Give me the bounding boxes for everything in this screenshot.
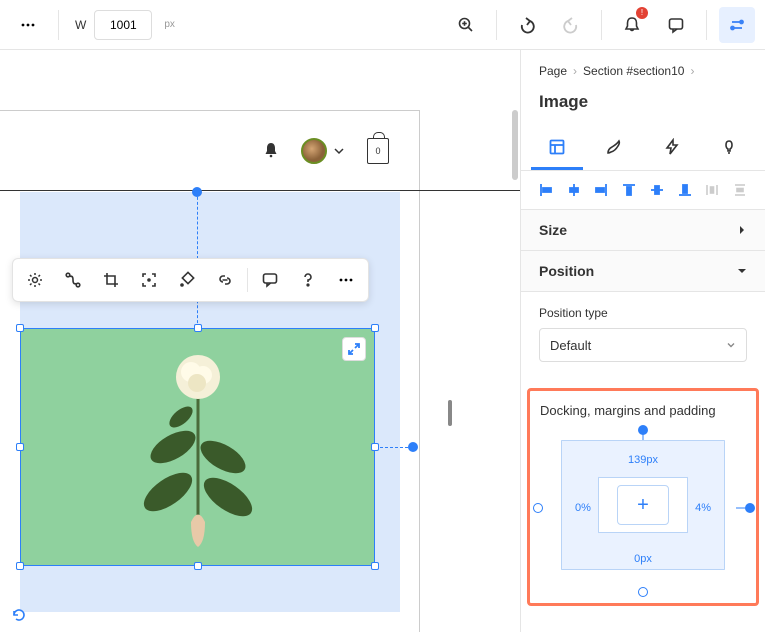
margin-bottom-value[interactable]: 0px	[634, 553, 652, 565]
path-button[interactable]	[55, 262, 91, 298]
docking-widget: 139px 4% 0px 0% +	[543, 430, 743, 585]
docking-section: Docking, margins and padding 139px 4% 0p…	[527, 388, 759, 606]
margin-top-value[interactable]: 139px	[628, 454, 658, 466]
margin-right-value[interactable]: 4%	[695, 502, 711, 514]
help-button[interactable]	[290, 262, 326, 298]
chevron-down-icon	[726, 340, 736, 350]
divider	[706, 10, 707, 40]
chevron-down-icon	[333, 145, 345, 157]
element-toolbar	[12, 258, 369, 302]
bell-icon[interactable]	[263, 142, 279, 160]
scrollbar[interactable]	[510, 110, 520, 610]
account-menu[interactable]	[301, 138, 345, 164]
crumb-root[interactable]: Page	[539, 64, 567, 78]
divider	[58, 10, 59, 40]
align-top-button[interactable]	[620, 181, 638, 199]
width-unit: px	[164, 19, 175, 30]
padding-expand-button[interactable]: +	[617, 485, 669, 525]
divider	[0, 190, 520, 191]
width-input[interactable]	[94, 10, 152, 40]
size-toggle[interactable]: Size	[521, 210, 765, 250]
caret-right-icon	[737, 225, 747, 235]
crumb-section[interactable]: Section #section10	[583, 64, 684, 78]
panel-title: Image	[521, 82, 765, 126]
resize-handle[interactable]	[371, 562, 379, 570]
comments-button[interactable]	[658, 7, 694, 43]
align-right-button[interactable]	[593, 181, 611, 199]
position-type-value: Default	[550, 338, 591, 353]
more-button[interactable]	[328, 262, 364, 298]
cart-count: 0	[375, 146, 380, 156]
divider	[496, 10, 497, 40]
tab-interactions[interactable]	[646, 126, 698, 170]
size-label: Size	[539, 222, 567, 238]
resize-handle[interactable]	[371, 324, 379, 332]
animation-button[interactable]	[169, 262, 205, 298]
reset-button[interactable]	[8, 604, 30, 626]
tab-design[interactable]	[589, 126, 641, 170]
divider	[601, 10, 602, 40]
resize-handle[interactable]	[194, 324, 202, 332]
anchor-top[interactable]	[192, 187, 202, 197]
distribute-h-button[interactable]	[704, 181, 722, 199]
cart-icon[interactable]: 0	[367, 138, 389, 164]
chevron-right-icon: ›	[690, 64, 694, 78]
inspector-panel: Page › Section #section10 › Image Size	[520, 50, 765, 632]
inspector-toggle-button[interactable]	[719, 7, 755, 43]
docking-title: Docking, margins and padding	[540, 403, 746, 418]
align-center-h-button[interactable]	[565, 181, 583, 199]
breadcrumb: Page › Section #section10 ›	[521, 50, 765, 82]
resize-handle[interactable]	[194, 562, 202, 570]
position-body: Position type Default	[521, 292, 765, 380]
caret-down-icon	[737, 266, 747, 276]
pin-bottom[interactable]	[638, 587, 648, 597]
link-button[interactable]	[207, 262, 243, 298]
position-section: Position	[521, 251, 765, 292]
width-label: W	[75, 18, 86, 32]
canvas-area: 0	[0, 50, 520, 632]
pin-left[interactable]	[533, 503, 543, 513]
scroll-thumb[interactable]	[512, 110, 518, 180]
expand-button[interactable]	[342, 337, 366, 361]
divider	[247, 268, 248, 292]
align-left-button[interactable]	[537, 181, 555, 199]
redo-button[interactable]	[553, 7, 589, 43]
tab-layout[interactable]	[531, 126, 583, 170]
alignment-controls	[521, 171, 765, 210]
chevron-right-icon: ›	[573, 64, 577, 78]
plus-icon: +	[637, 494, 649, 517]
crop-button[interactable]	[93, 262, 129, 298]
position-type-label: Position type	[539, 306, 747, 320]
focus-button[interactable]	[131, 262, 167, 298]
pin-right[interactable]	[745, 503, 755, 513]
margin-left-value[interactable]: 0%	[575, 502, 591, 514]
position-label: Position	[539, 263, 594, 279]
selected-image[interactable]	[20, 328, 375, 566]
resize-handle[interactable]	[16, 562, 24, 570]
avatar	[301, 138, 327, 164]
resize-handle[interactable]	[16, 324, 24, 332]
top-toolbar: W px	[0, 0, 765, 50]
panel-tabs	[521, 126, 765, 171]
flower-image	[133, 337, 263, 547]
tab-effects[interactable]	[704, 126, 756, 170]
align-center-v-button[interactable]	[648, 181, 666, 199]
mini-scroll-indicator	[448, 400, 452, 426]
position-toggle[interactable]: Position	[521, 251, 765, 291]
size-section: Size	[521, 210, 765, 251]
undo-button[interactable]	[509, 7, 545, 43]
align-bottom-button[interactable]	[676, 181, 694, 199]
anchor-right[interactable]	[408, 442, 418, 452]
resize-handle[interactable]	[16, 443, 24, 451]
more-menu-button[interactable]	[10, 7, 46, 43]
pin-line	[736, 507, 746, 508]
distribute-v-button[interactable]	[731, 181, 749, 199]
settings-button[interactable]	[17, 262, 53, 298]
site-header: 0	[0, 111, 419, 191]
comment-button[interactable]	[252, 262, 288, 298]
position-type-select[interactable]: Default	[539, 328, 747, 362]
resize-handle[interactable]	[371, 443, 379, 451]
zoom-in-button[interactable]	[448, 7, 484, 43]
notifications-button[interactable]	[614, 7, 650, 43]
